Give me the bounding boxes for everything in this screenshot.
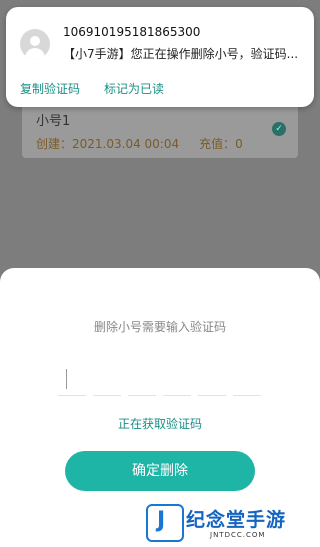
created-date: 创建：2021.03.04 00:04 [36, 137, 180, 151]
watermark-domain: JNTDCC.COM [210, 531, 266, 539]
account-meta: 创建：2021.03.04 00:04 充值：0 [36, 135, 243, 152]
account-name: 小号1 [36, 114, 71, 129]
account-card: 小号1 创建：2021.03.04 00:04 充值：0 ✓ [22, 100, 298, 158]
code-digit-input[interactable] [233, 365, 261, 396]
code-digit-input[interactable] [198, 365, 226, 396]
check-icon: ✓ [272, 122, 286, 136]
code-digit-input[interactable] [58, 365, 86, 396]
notification-actions: 复制验证码 标记为已读 [20, 80, 164, 97]
avatar [20, 29, 50, 59]
copy-code-button[interactable]: 复制验证码 [20, 80, 80, 97]
code-digit-input[interactable] [128, 365, 156, 396]
watermark: J 纪念堂手游 JNTDCC.COM [140, 500, 320, 547]
recharge-amount: 充值：0 [199, 137, 243, 151]
logo-icon: J [146, 504, 184, 542]
notification-sender: 106910195181865300 [63, 25, 201, 39]
dialog-title: 删除小号需要输入验证码 [93, 320, 226, 334]
code-digit-input[interactable] [93, 365, 121, 396]
code-status-link[interactable]: 正在获取验证码 [0, 415, 320, 432]
text-cursor [66, 369, 67, 389]
mark-read-button[interactable]: 标记为已读 [104, 80, 164, 97]
notification-message: 【小7手游】您正在操作删除小号，验证码... [63, 47, 299, 61]
confirm-delete-button[interactable]: 确定删除 [65, 451, 255, 491]
code-digit-input[interactable] [163, 365, 191, 396]
code-input[interactable] [58, 365, 263, 399]
watermark-name: 纪念堂手游 [186, 509, 287, 531]
sms-notification[interactable]: 106910195181865300 【小7手游】您正在操作删除小号，验证码..… [6, 7, 314, 107]
